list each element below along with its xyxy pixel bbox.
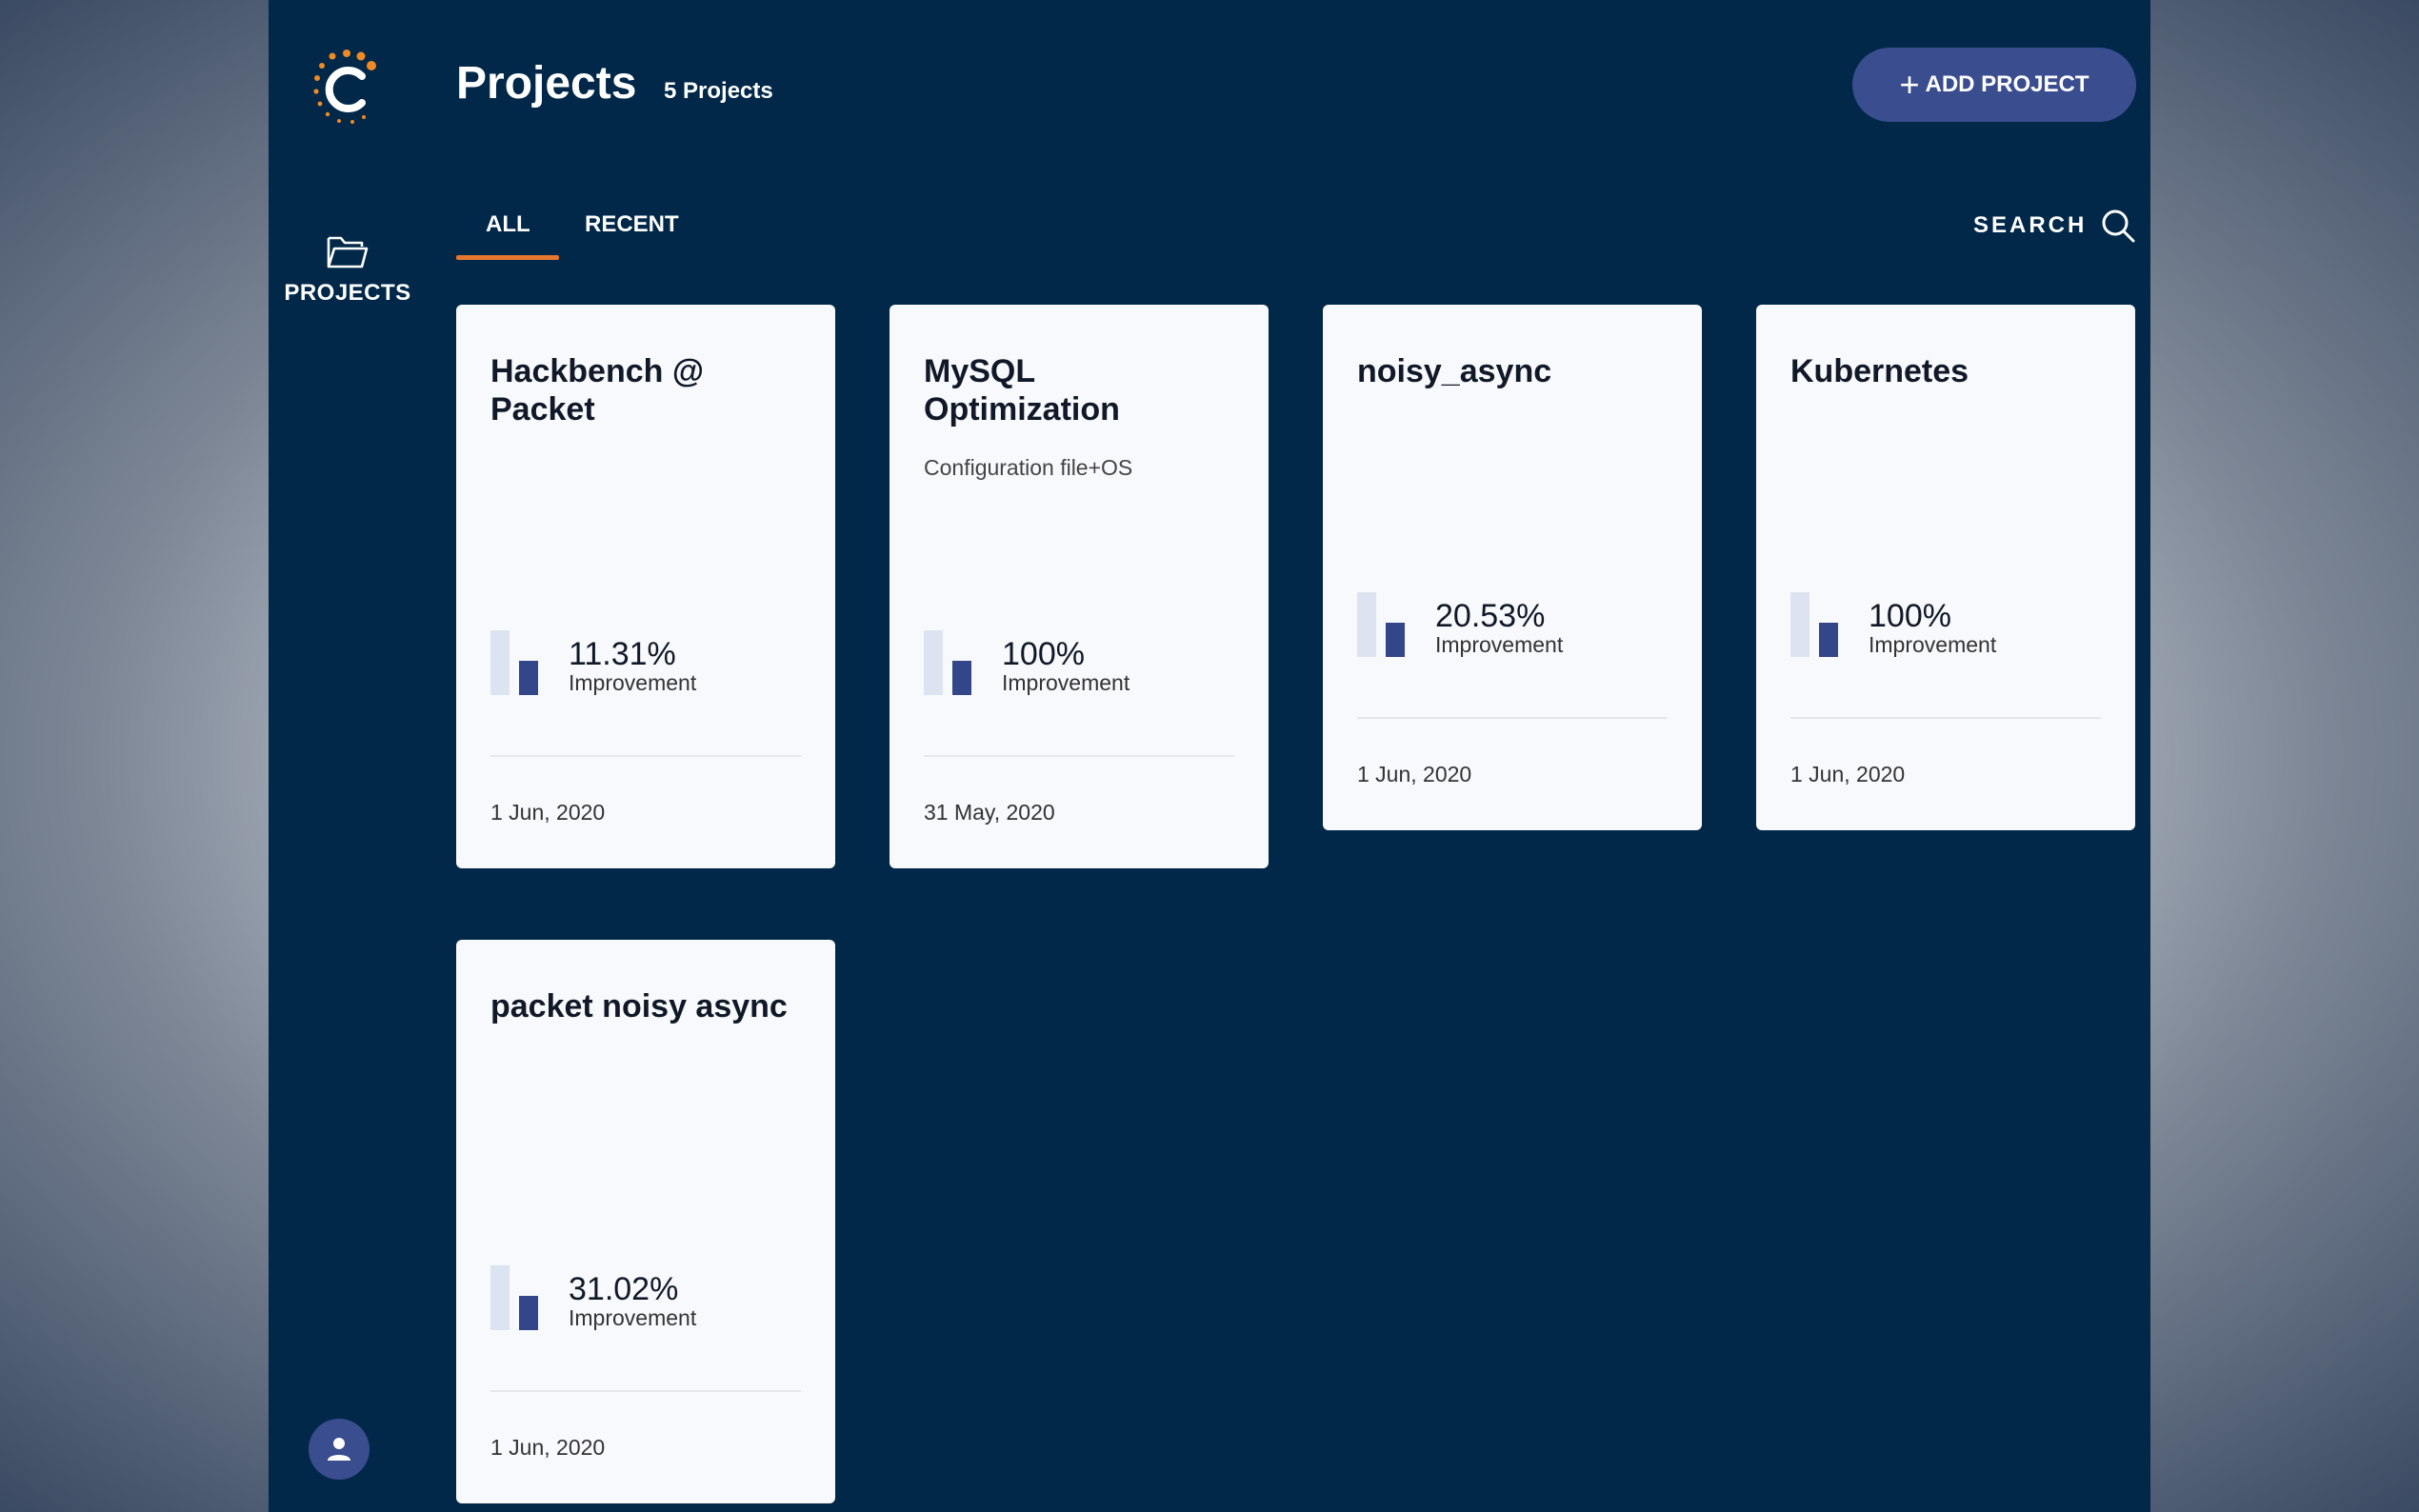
improvement-label: Improvement xyxy=(569,1305,697,1330)
bar-chart-icon xyxy=(490,1263,540,1330)
improvement-metric: 100% Improvement xyxy=(1790,590,1996,657)
improvement-metric: 11.31% Improvement xyxy=(490,628,696,695)
bar-chart-icon xyxy=(490,628,540,695)
improvement-metric: 100% Improvement xyxy=(924,628,1130,695)
folder-icon xyxy=(327,236,369,269)
improvement-label: Improvement xyxy=(1002,670,1130,695)
project-date: 1 Jun, 2020 xyxy=(1790,762,1906,786)
user-avatar[interactable] xyxy=(309,1419,370,1480)
improvement-label: Improvement xyxy=(1869,632,1997,657)
improvement-value: 100% xyxy=(1002,636,1085,672)
search-icon xyxy=(2102,209,2135,243)
improvement-metric: 20.53% Improvement xyxy=(1357,590,1563,657)
project-date: 1 Jun, 2020 xyxy=(490,1435,606,1460)
project-date: 31 May, 2020 xyxy=(924,800,1055,825)
divider xyxy=(924,755,1234,757)
improvement-value: 100% xyxy=(1869,598,1951,634)
divider xyxy=(490,1390,801,1392)
search-label: SEARCH xyxy=(1973,212,2088,238)
project-description: Configuration file+OS xyxy=(924,455,1133,480)
improvement-label: Improvement xyxy=(1435,632,1564,657)
page-title: Projects xyxy=(456,58,637,109)
improvement-value: 20.53% xyxy=(1435,598,1546,634)
active-tab-indicator xyxy=(456,255,559,260)
project-title: Kubernetes xyxy=(1790,353,1969,389)
tab-recent[interactable]: RECENT xyxy=(585,211,679,238)
project-date: 1 Jun, 2020 xyxy=(490,800,606,825)
sidebar-item-label: PROJECTS xyxy=(284,280,411,306)
project-title: MySQL Optimization xyxy=(924,353,1120,428)
project-card[interactable]: noisy_async 20.53% Improvement 1 Jun, 20… xyxy=(1323,305,1702,830)
bar-chart-icon xyxy=(1790,590,1840,657)
project-card[interactable]: Kubernetes 100% Improvement 1 Jun, 2020 xyxy=(1756,305,2135,830)
plus-icon: + xyxy=(1899,65,1920,104)
divider xyxy=(490,755,801,757)
bar-chart-icon xyxy=(924,628,973,695)
search-button[interactable]: SEARCH xyxy=(1973,208,2136,244)
project-count: 5 Projects xyxy=(664,78,773,104)
improvement-metric: 31.02% Improvement xyxy=(490,1263,696,1330)
bar-chart-icon xyxy=(1357,590,1407,657)
project-card[interactable]: Hackbench @ Packet 11.31% Improvement 1 … xyxy=(456,305,835,868)
project-title: noisy_async xyxy=(1357,353,1552,389)
project-card[interactable]: MySQL Optimization Configuration file+OS… xyxy=(890,305,1269,868)
improvement-value: 31.02% xyxy=(569,1271,679,1307)
add-project-button[interactable]: + ADD PROJECT xyxy=(1852,48,2136,122)
divider xyxy=(1790,717,2101,719)
tab-all[interactable]: ALL xyxy=(486,211,530,238)
add-project-label: ADD PROJECT xyxy=(1925,71,2089,97)
company-logo-icon[interactable] xyxy=(309,46,385,131)
improvement-label: Improvement xyxy=(569,670,697,695)
sidebar-item-projects[interactable]: PROJECTS xyxy=(284,232,411,318)
app-window: PROJECTS Projects 5 Projects + ADD PROJE… xyxy=(269,0,2150,1512)
project-title: packet noisy async xyxy=(490,988,788,1025)
project-date: 1 Jun, 2020 xyxy=(1357,762,1472,786)
user-icon xyxy=(328,1438,350,1461)
project-card[interactable]: packet noisy async 31.02% Improvement 1 … xyxy=(456,940,835,1503)
divider xyxy=(1357,717,1668,719)
project-title: Hackbench @ Packet xyxy=(490,353,705,428)
improvement-value: 11.31% xyxy=(569,636,676,672)
